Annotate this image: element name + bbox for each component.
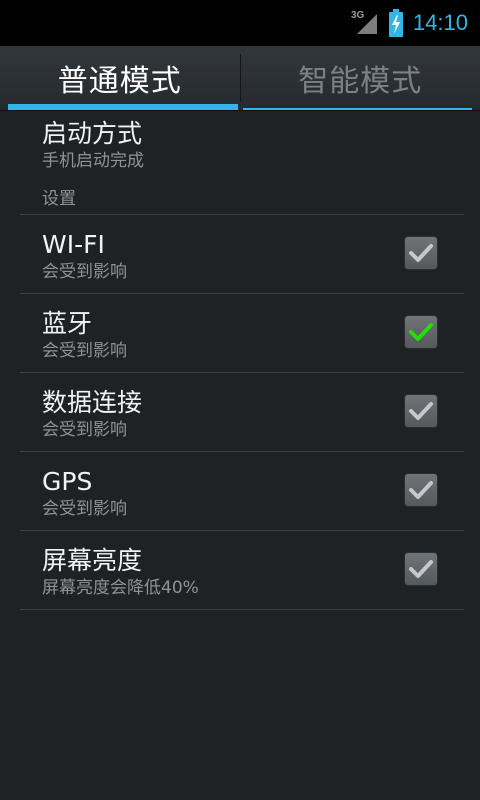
setting-title: WI-FI bbox=[42, 230, 105, 259]
signal-icon: 3G bbox=[351, 10, 381, 36]
setting-subtitle: 会受到影响 bbox=[42, 341, 127, 361]
setting-subtitle: 会受到影响 bbox=[42, 262, 127, 282]
tab-label: 普通模式 bbox=[57, 64, 182, 99]
setting-item-bluetooth[interactable]: 蓝牙 会受到影响 bbox=[20, 294, 464, 373]
status-icons: 3G 14:10 bbox=[351, 0, 468, 46]
battery-charging-icon bbox=[388, 9, 403, 37]
setting-item-gps[interactable]: GPS 会受到影响 bbox=[20, 452, 464, 531]
mode-tabs: 普通模式 智能模式 bbox=[0, 46, 480, 111]
tab-underline bbox=[242, 108, 472, 110]
start-mode-subtitle: 手机启动完成 bbox=[42, 151, 144, 171]
check-icon bbox=[409, 560, 433, 578]
setting-title: 数据连接 bbox=[42, 388, 143, 417]
tab-selected-indicator bbox=[8, 104, 238, 110]
setting-subtitle: 会受到影响 bbox=[42, 420, 127, 440]
setting-item-wifi[interactable]: WI-FI 会受到影响 bbox=[20, 215, 464, 294]
setting-item-data-connection[interactable]: 数据连接 会受到影响 bbox=[20, 373, 464, 452]
tab-label: 智能模式 bbox=[298, 64, 423, 99]
start-mode-title: 启动方式 bbox=[42, 119, 143, 148]
data-connection-checkbox[interactable] bbox=[404, 394, 438, 428]
setting-subtitle: 屏幕亮度会降低40% bbox=[42, 578, 199, 598]
check-icon bbox=[409, 244, 433, 262]
setting-title: 屏幕亮度 bbox=[42, 546, 143, 575]
setting-item-screen-brightness[interactable]: 屏幕亮度 屏幕亮度会降低40% bbox=[20, 531, 464, 610]
setting-subtitle: 会受到影响 bbox=[42, 499, 127, 519]
bluetooth-checkbox[interactable] bbox=[404, 315, 438, 349]
check-icon bbox=[409, 402, 433, 420]
status-bar: 3G 14:10 bbox=[0, 0, 480, 46]
setting-title: GPS bbox=[42, 467, 93, 496]
tab-smart-mode[interactable]: 智能模式 bbox=[241, 46, 480, 110]
screen-brightness-checkbox[interactable] bbox=[404, 552, 438, 586]
clock: 14:10 bbox=[412, 10, 468, 35]
settings-list: 启动方式 手机启动完成 设置 WI-FI 会受到影响 蓝牙 会受到影响 数据连接… bbox=[20, 118, 464, 610]
start-mode-item[interactable]: 启动方式 手机启动完成 bbox=[20, 118, 464, 184]
settings-section-header: 设置 bbox=[20, 184, 464, 215]
check-icon bbox=[409, 481, 433, 499]
tab-normal-mode[interactable]: 普通模式 bbox=[0, 46, 240, 110]
check-icon bbox=[409, 323, 433, 341]
wifi-checkbox[interactable] bbox=[404, 236, 438, 270]
gps-checkbox[interactable] bbox=[404, 473, 438, 507]
setting-title: 蓝牙 bbox=[42, 309, 93, 338]
